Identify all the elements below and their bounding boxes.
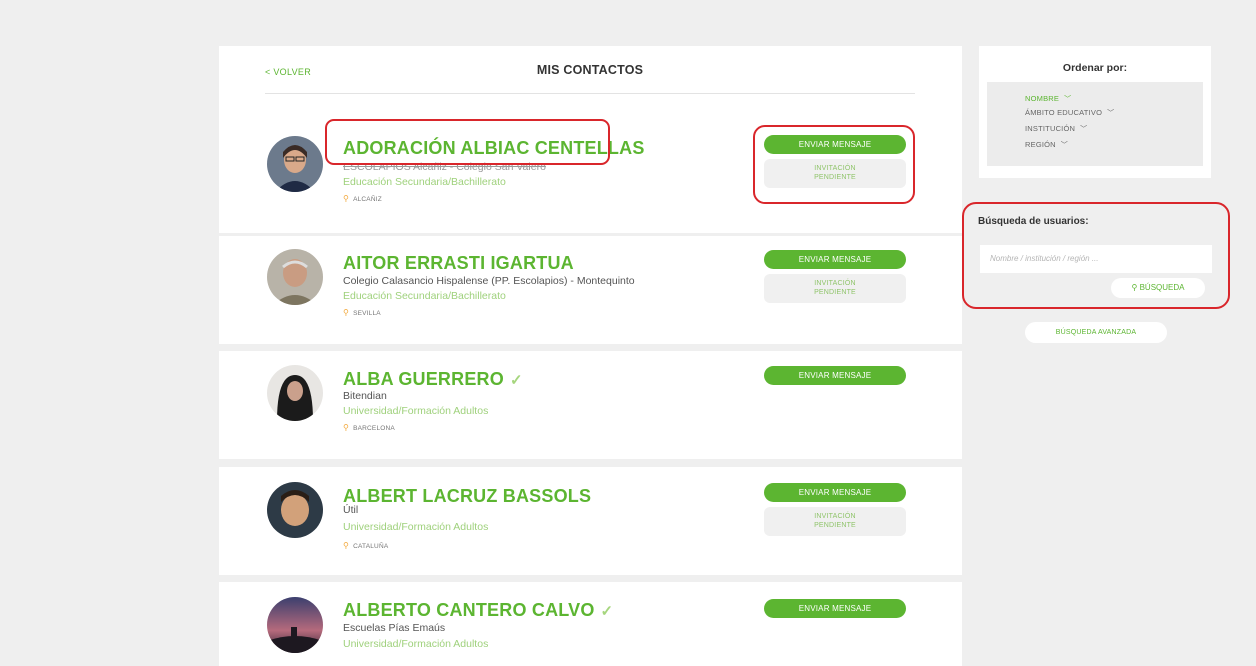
contact-name[interactable]: ALBA GUERRERO ✓ (343, 369, 523, 390)
chevron-down-icon: ﹀ (1107, 110, 1115, 117)
avatar[interactable] (267, 249, 323, 305)
avatar[interactable] (267, 365, 323, 421)
contact-institution: Útil (343, 504, 359, 516)
search-title: Búsqueda de usuarios: (978, 216, 1089, 227)
contact-level: Educación Secundaria/Bachillerato (343, 176, 506, 188)
contact-location: ⚲ ALCAÑIZ (343, 194, 382, 203)
send-message-button[interactable]: ENVIAR MENSAJE (764, 366, 906, 385)
contact-institution: Bitendian (343, 390, 387, 402)
verified-check-icon: ✓ (509, 372, 523, 389)
contact-level: Universidad/Formación Adultos (343, 521, 489, 533)
avatar[interactable] (267, 482, 323, 538)
contact-name[interactable]: ALBERT LACRUZ BASSOLS (343, 486, 591, 507)
advanced-search-button[interactable]: BÚSQUEDA AVANZADA (1025, 322, 1167, 343)
avatar[interactable] (267, 597, 323, 653)
search-button[interactable]: ⚲ BÚSQUEDA (1111, 278, 1205, 298)
contact-level: Universidad/Formación Adultos (343, 405, 489, 417)
contact-location: ⚲ BARCELONA (343, 423, 395, 432)
chevron-down-icon: ﹀ (1060, 142, 1068, 149)
location-pin-icon: ⚲ (343, 541, 350, 550)
highlight-name (325, 119, 610, 165)
contact-card: ALBERT LACRUZ BASSOLS Útil Universidad/F… (219, 467, 962, 575)
sort-option-name[interactable]: NOMBRE ﹀ (1025, 94, 1071, 104)
pending-invitation-button[interactable]: INVITACIÓN PENDIENTE (764, 507, 906, 536)
verified-check-icon: ✓ (600, 603, 614, 620)
sort-title: Ordenar por: (1062, 62, 1128, 74)
sort-option-institution[interactable]: INSTITUCIÓN ﹀ (1025, 124, 1087, 134)
sort-options: NOMBRE ﹀ ÁMBITO EDUCATIVO ﹀ INSTITUCIÓN ﹀ R… (987, 82, 1203, 166)
search-input[interactable]: Nombre / institución / región ... (980, 245, 1212, 273)
contact-card: AITOR ERRASTI IGARTUA Colegio Calasancio… (219, 236, 962, 344)
contact-card: ALBA GUERRERO ✓ Bitendian Universidad/For… (219, 351, 962, 459)
send-message-button[interactable]: ENVIAR MENSAJE (764, 250, 906, 269)
sort-option-scope[interactable]: ÁMBITO EDUCATIVO ﹀ (1025, 108, 1114, 118)
sort-panel: Ordenar por: NOMBRE ﹀ ÁMBITO EDUCATIVO ﹀ I… (979, 46, 1211, 178)
send-message-button[interactable]: ENVIAR MENSAJE (764, 599, 906, 618)
highlight-buttons (753, 125, 915, 204)
chevron-down-icon: ﹀ (1080, 126, 1088, 133)
send-message-button[interactable]: ENVIAR MENSAJE (764, 483, 906, 502)
contact-institution: Escuelas Pías Emaús (343, 622, 446, 634)
location-pin-icon: ⚲ (343, 308, 350, 317)
contact-location: ⚲ CATALUÑA (343, 541, 389, 550)
contact-name[interactable]: ALBERTO CANTERO CALVO ✓ (343, 600, 613, 621)
contact-institution: Colegio Calasancio Hispalense (PP. Escol… (343, 275, 635, 287)
contact-location: ⚲ SEVILLA (343, 308, 381, 317)
sort-option-region[interactable]: REGIÓN ﹀ (1025, 140, 1068, 150)
contact-name[interactable]: AITOR ERRASTI IGARTUA (343, 253, 574, 274)
chevron-down-icon: ﹀ (1064, 96, 1072, 103)
contact-level: Universidad/Formación Adultos (343, 638, 489, 650)
pending-invitation-button[interactable]: INVITACIÓN PENDIENTE (764, 274, 906, 303)
location-pin-icon: ⚲ (343, 423, 350, 432)
contact-card: ALBERTO CANTERO CALVO ✓ Escuelas Pías Ema… (219, 582, 962, 666)
contact-level: Educación Secundaria/Bachillerato (343, 290, 506, 302)
search-icon: ⚲ (1131, 283, 1138, 292)
avatar[interactable] (267, 136, 323, 192)
location-pin-icon: ⚲ (343, 194, 350, 203)
